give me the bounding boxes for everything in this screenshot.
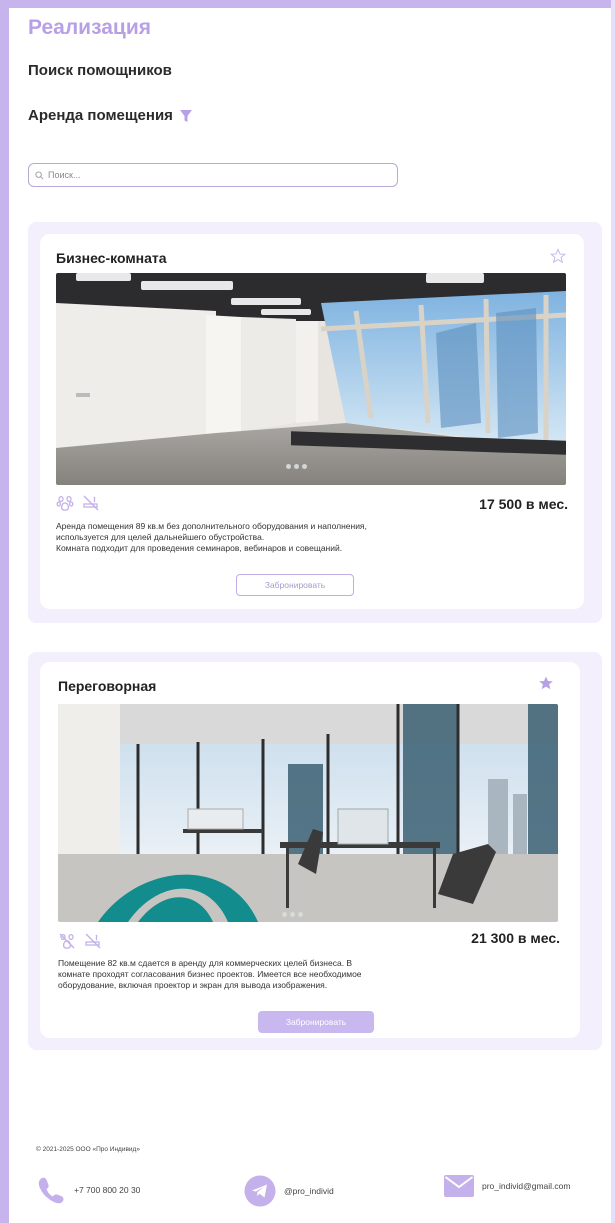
footer-telegram[interactable]: @pro_individ [244,1175,334,1207]
page-subtitle: Поиск помощников [28,62,172,79]
listing-description: Помещение 82 кв.м сдается в аренду для к… [58,958,362,990]
listing-card-2: Переговорная 21 300 в мес. Помещение 82 … [40,662,580,1038]
right-border [611,0,615,1223]
carousel-dot[interactable] [282,912,287,917]
telegram-icon [244,1175,276,1207]
listing-price: 17 500 в мес. [479,496,568,512]
pet-icon [56,495,74,511]
listing-title: Бизнес-комната [56,250,167,266]
photo-carousel-dots[interactable] [286,464,307,469]
listing-card-1: Бизнес-комната 17 500 в мес. Аренда поме… [40,234,584,609]
listing-photo[interactable] [58,704,558,922]
filter-icon[interactable] [179,109,193,123]
section-title-label: Аренда помещения [28,107,173,124]
listing-description: Аренда помещения 89 кв.м без дополнитель… [56,521,367,553]
carousel-dot[interactable] [298,912,303,917]
carousel-dot[interactable] [290,912,295,917]
listing-wrapper-1: Бизнес-комната 17 500 в мес. Аренда поме… [28,222,602,623]
carousel-dot[interactable] [286,464,291,469]
book-button[interactable]: Забронировать [236,574,354,596]
section-title: Аренда помещения [28,107,193,124]
no-smoking-icon [83,495,99,511]
no-smoking-icon [85,933,101,949]
phone-number[interactable]: +7 700 800 20 30 [74,1185,140,1195]
amenity-icons [58,932,102,950]
footer-phone[interactable]: +7 700 800 20 30 [36,1175,140,1205]
footer-email[interactable]: pro_individ@gmail.com [444,1175,570,1197]
amenity-icons [56,494,100,512]
favorite-star-icon[interactable] [550,248,566,264]
top-border [0,0,615,8]
listing-price: 21 300 в мес. [471,930,560,946]
footer-copyright: © 2021-2025 ООО «Про Индивид» [36,1146,140,1153]
favorite-star-icon[interactable] [538,675,554,691]
search-icon [35,170,44,179]
no-pet-icon [59,933,75,949]
carousel-dot[interactable] [302,464,307,469]
listing-title: Переговорная [58,678,157,694]
left-border [0,0,9,1223]
book-button[interactable]: Забронировать [258,1011,374,1033]
carousel-dot[interactable] [294,464,299,469]
listing-photo[interactable] [56,273,566,485]
telegram-handle[interactable]: @pro_individ [284,1186,334,1196]
listing-wrapper-2: Переговорная 21 300 в мес. Помещение 82 … [28,652,602,1050]
mail-icon [444,1175,474,1197]
search-box[interactable] [28,163,398,187]
search-input[interactable] [48,170,378,180]
brand-title[interactable]: Реализация [28,16,151,40]
email-address[interactable]: pro_individ@gmail.com [482,1181,570,1191]
photo-carousel-dots[interactable] [282,912,303,917]
phone-icon [38,1177,64,1204]
